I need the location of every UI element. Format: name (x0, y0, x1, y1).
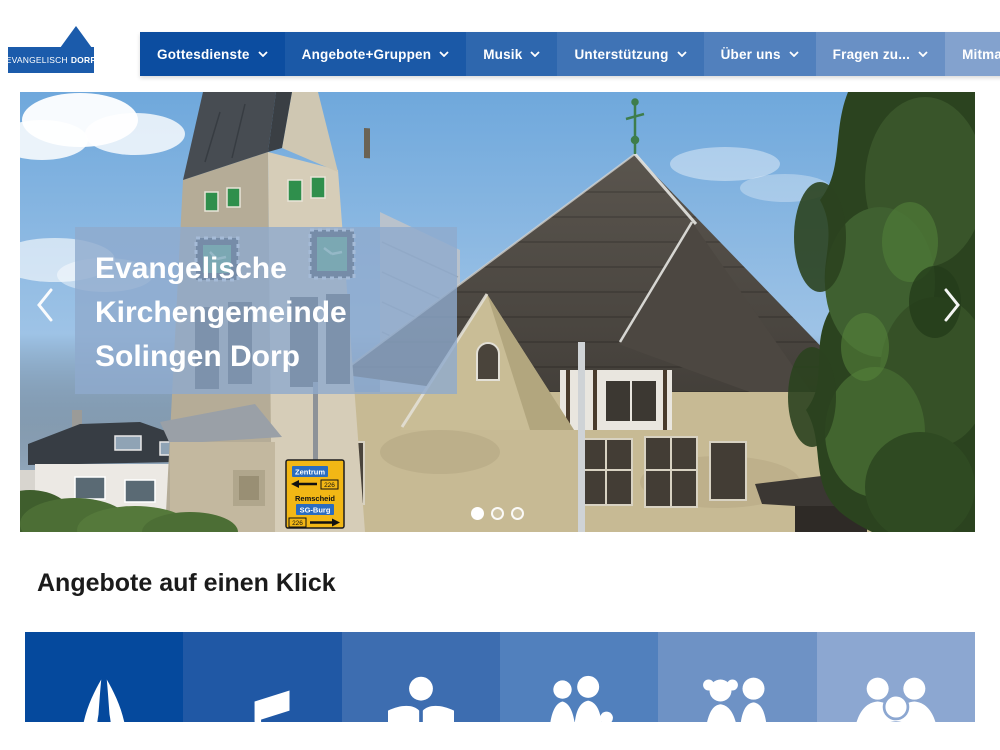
nav-item-mitmachen[interactable]: Mitmachen (945, 32, 1000, 76)
tile-family[interactable] (500, 632, 658, 722)
family-icon (535, 668, 623, 722)
church-spire-logo-icon (60, 26, 92, 48)
nav-item-gottesdienste[interactable]: Gottesdienste (140, 32, 285, 76)
chevron-down-icon (258, 51, 268, 57)
page-section-heading: Angebote auf einen Klick (37, 569, 1000, 598)
site-header: EVANGELISCH DORP Gottesdienste Angebote+… (0, 0, 1000, 92)
nav-item-fragen-zu[interactable]: Fragen zu... (816, 32, 945, 76)
people-group-icon (852, 668, 940, 722)
carousel-next-button[interactable] (939, 285, 965, 325)
praying-hands-icon (60, 668, 148, 722)
chevron-right-icon (943, 288, 961, 322)
children-icon (693, 668, 781, 722)
carousel-dot-1[interactable] (471, 507, 484, 520)
nav-item-angebote-gruppen[interactable]: Angebote+Gruppen (285, 32, 467, 76)
carousel-prev-button[interactable] (32, 285, 58, 325)
svg-text:Remscheid: Remscheid (295, 494, 335, 503)
chevron-down-icon (677, 51, 687, 57)
logo-text-dorp: DORP (71, 55, 96, 65)
nav-item-musik[interactable]: Musik (466, 32, 557, 76)
tile-group[interactable] (817, 632, 975, 722)
person-reading-icon (377, 668, 465, 722)
hero-title-line: Kirchengemeinde (95, 291, 447, 335)
chevron-down-icon (789, 51, 799, 57)
hero-title-line: Evangelische (95, 247, 447, 291)
tile-children[interactable] (658, 632, 816, 722)
hero-title-line: Solingen Dorp (95, 335, 447, 379)
tile-music[interactable] (183, 632, 341, 722)
site-logo[interactable]: EVANGELISCH DORP (8, 26, 94, 73)
carousel-dot-2[interactable] (491, 507, 504, 520)
chevron-left-icon (36, 288, 54, 322)
nav-item-ueber-uns[interactable]: Über uns (704, 32, 816, 76)
hero-title-overlay: Evangelische Kirchengemeinde Solingen Do… (75, 227, 457, 394)
chevron-down-icon (530, 51, 540, 57)
chevron-down-icon (918, 51, 928, 57)
quick-links-tiles (25, 632, 975, 722)
tile-praying-hands[interactable] (25, 632, 183, 722)
svg-text:Zentrum: Zentrum (295, 468, 325, 477)
logo-text-evangelisch: EVANGELISCH (6, 55, 68, 65)
svg-text:226: 226 (292, 520, 303, 527)
carousel-dots (20, 507, 975, 520)
nav-item-unterstuetzung[interactable]: Unterstützung (557, 32, 703, 76)
hero-carousel: Zentrum 226 Remscheid SG-Burg 226 (20, 92, 975, 532)
main-nav: Gottesdienste Angebote+Gruppen Musik Unt… (140, 32, 1000, 76)
carousel-dot-3[interactable] (511, 507, 524, 520)
music-note-icon (218, 668, 306, 722)
tile-reading[interactable] (342, 632, 500, 722)
svg-text:226: 226 (324, 482, 335, 489)
chevron-down-icon (439, 51, 449, 57)
